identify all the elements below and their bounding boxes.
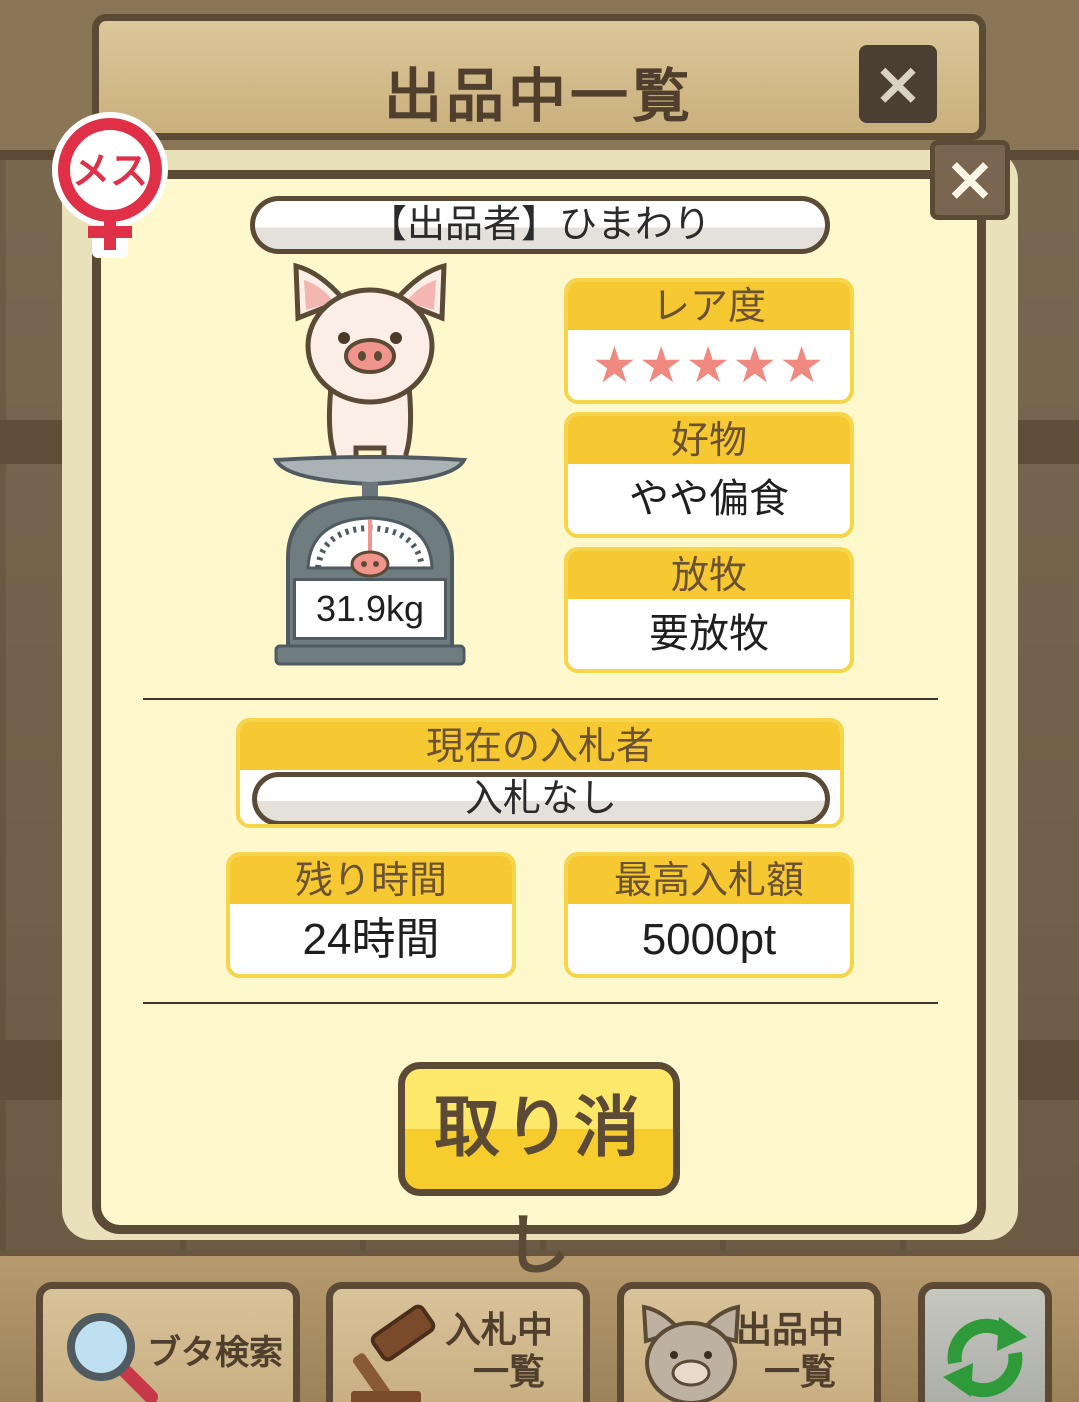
page-title: 出品中一覧	[383, 62, 694, 130]
gender-badge-label: メス	[72, 149, 148, 193]
current-bidder-value: 入札なし	[252, 772, 830, 824]
panel-close-button[interactable]: ×	[930, 140, 1010, 220]
female-gender-badge: メス	[46, 108, 174, 258]
tab-pig-search[interactable]: ブタ検索	[36, 1282, 300, 1402]
close-icon: ×	[872, 49, 924, 119]
rarity-stars: ★★★★★	[591, 336, 827, 394]
current-bidder-card: 現在の入札者 入札なし	[236, 718, 844, 828]
grazing-card: 放牧 要放牧	[564, 547, 854, 673]
rarity-card: レア度 ★★★★★	[564, 278, 854, 404]
tab-listing-list-label-line1: 出品中	[736, 1310, 845, 1351]
close-icon: ×	[944, 142, 996, 215]
pig-face-icon	[641, 1304, 741, 1402]
tab-listing-list-label-line2: 一覧	[764, 1352, 837, 1393]
header-close-button[interactable]: ×	[859, 45, 937, 123]
highest-bid-card: 最高入札額 5000pt	[564, 852, 854, 978]
highest-bid-value: 5000pt	[641, 915, 777, 964]
favorite-food-value: やや偏食	[629, 476, 789, 522]
cancel-listing-button[interactable]: 取り消し	[398, 1062, 680, 1284]
magnifier-icon	[67, 1313, 158, 1402]
grazing-label: 放牧	[568, 551, 850, 599]
divider	[143, 698, 938, 700]
seller-name: 【出品者】ひまわり	[250, 196, 830, 254]
refresh-icon	[943, 1317, 1027, 1398]
grazing-value: 要放牧	[649, 611, 769, 657]
header-plank: 出品中一覧 ×	[92, 14, 986, 140]
tab-listing-list[interactable]: 出品中 一覧	[617, 1282, 881, 1402]
pig-weight: 31.9kg	[293, 578, 447, 640]
tab-bidding-list-label-line2: 一覧	[473, 1352, 546, 1393]
rarity-label: レア度	[568, 282, 850, 330]
tab-bidding-list[interactable]: 入札中 一覧	[326, 1282, 590, 1402]
refresh-button[interactable]	[918, 1282, 1052, 1402]
gavel-icon	[351, 1304, 436, 1402]
tab-bidding-list-label-line1: 入札中	[445, 1310, 554, 1351]
favorite-food-card: 好物 やや偏食	[564, 412, 854, 538]
favorite-food-label: 好物	[568, 416, 850, 464]
tab-pig-search-label: ブタ検索	[147, 1333, 283, 1373]
current-bidder-label: 現在の入札者	[240, 722, 840, 770]
divider	[143, 1002, 938, 1004]
time-left-value: 24時間	[302, 915, 440, 964]
time-left-label: 残り時間	[230, 856, 512, 904]
highest-bid-label: 最高入札額	[568, 856, 850, 904]
time-left-card: 残り時間 24時間	[226, 852, 516, 978]
